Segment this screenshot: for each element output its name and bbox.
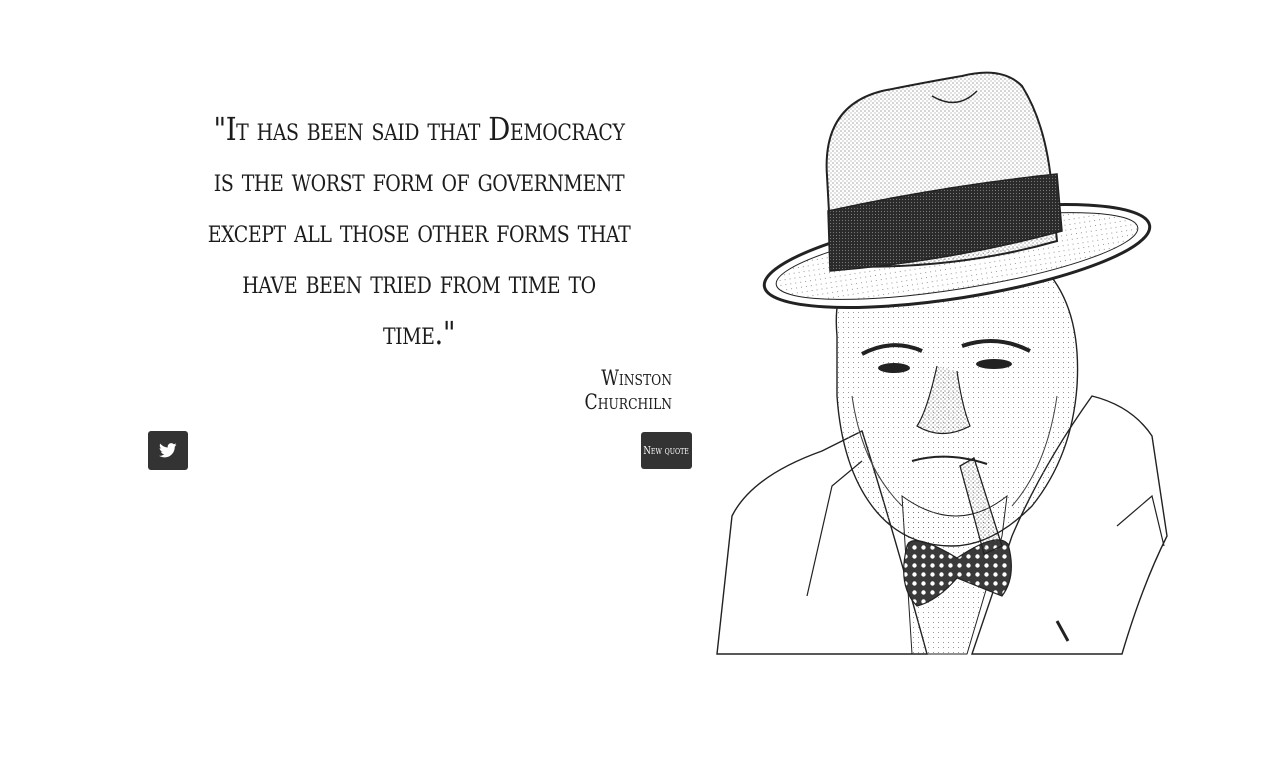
tweet-button[interactable] [148, 431, 188, 470]
twitter-icon [159, 443, 177, 458]
quote-text: "It has been said that Democracy is the … [207, 110, 631, 352]
new-quote-label: New quote [643, 444, 690, 457]
quote-author: Winston Churchiln [584, 366, 672, 414]
churchill-portrait-image [716, 71, 1168, 655]
new-quote-button[interactable]: New quote [641, 432, 692, 469]
quote-page: "It has been said that Democracy is the … [0, 0, 1275, 759]
